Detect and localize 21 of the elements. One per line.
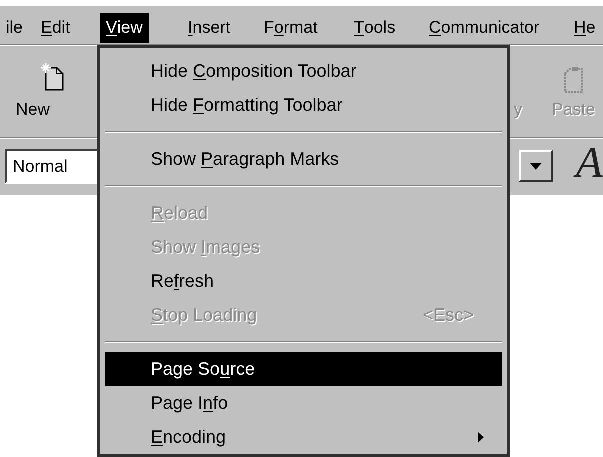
menu-bar-item[interactable]: Communicator: [423, 13, 546, 43]
document-icon: [40, 62, 66, 92]
menu-bar-item[interactable]: He: [568, 13, 602, 43]
menu-bar-item[interactable]: Insert: [182, 13, 237, 43]
menu-bar-item[interactable]: Tools: [348, 13, 402, 43]
menu-item[interactable]: Hide Composition Toolbar: [105, 54, 502, 88]
paragraph-style-field[interactable]: Normal: [5, 149, 100, 184]
caret-icon: [530, 162, 542, 170]
menu-item[interactable]: Encoding: [105, 420, 502, 454]
toolbar-button[interactable]: New: [12, 52, 54, 132]
menu-item[interactable]: Show Paragraph Marks: [105, 142, 502, 176]
menu-bar-item[interactable]: Edit: [35, 13, 76, 43]
menu-bar-item[interactable]: ile: [0, 13, 30, 43]
menu-item[interactable]: Hide Formatting Toolbar: [105, 88, 502, 122]
clipboard-icon: [562, 66, 586, 94]
menu-item[interactable]: Page Info: [105, 386, 502, 420]
dropdown-button[interactable]: [519, 150, 553, 182]
menu-item[interactable]: Refresh: [105, 264, 502, 298]
menu-bar-item[interactable]: Format: [258, 13, 324, 43]
menu-item[interactable]: Page Source: [105, 352, 502, 386]
menu-bar-item[interactable]: View: [100, 13, 149, 43]
